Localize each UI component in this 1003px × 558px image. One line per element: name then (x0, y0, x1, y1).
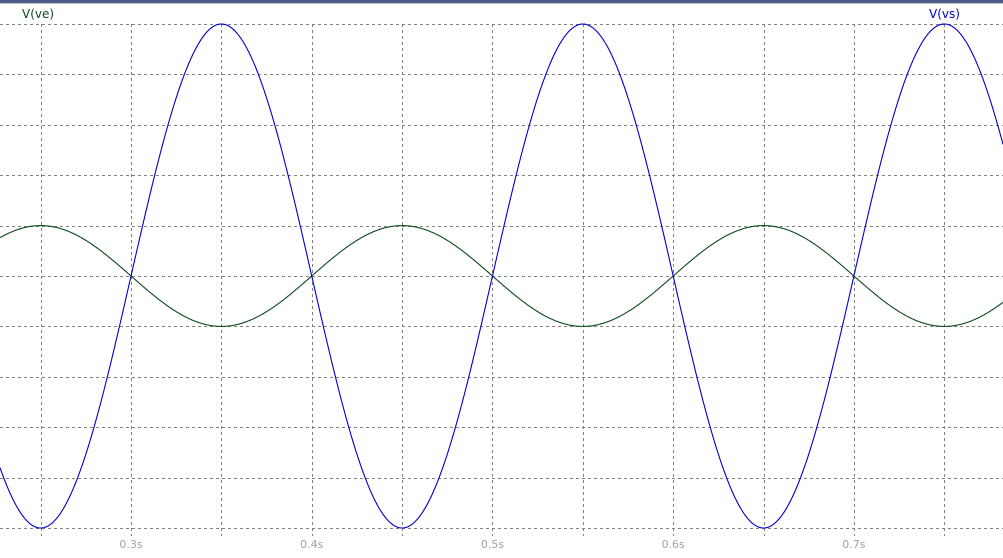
window-top-border (0, 0, 1003, 3)
plot-background (0, 0, 1003, 558)
waveform-plot: 0.3s 0.4s 0.5s 0.6s 0.7s V(ve) V(vs) (0, 0, 1003, 558)
x-tick-label: 0.6s (662, 538, 685, 551)
x-tick-label: 0.5s (481, 538, 504, 551)
x-tick-label: 0.3s (119, 538, 142, 551)
trace-label-ve[interactable]: V(ve) (22, 7, 54, 21)
x-tick-label: 0.4s (300, 538, 323, 551)
x-tick-label: 0.7s (842, 538, 865, 551)
trace-label-vs[interactable]: V(vs) (929, 7, 960, 21)
